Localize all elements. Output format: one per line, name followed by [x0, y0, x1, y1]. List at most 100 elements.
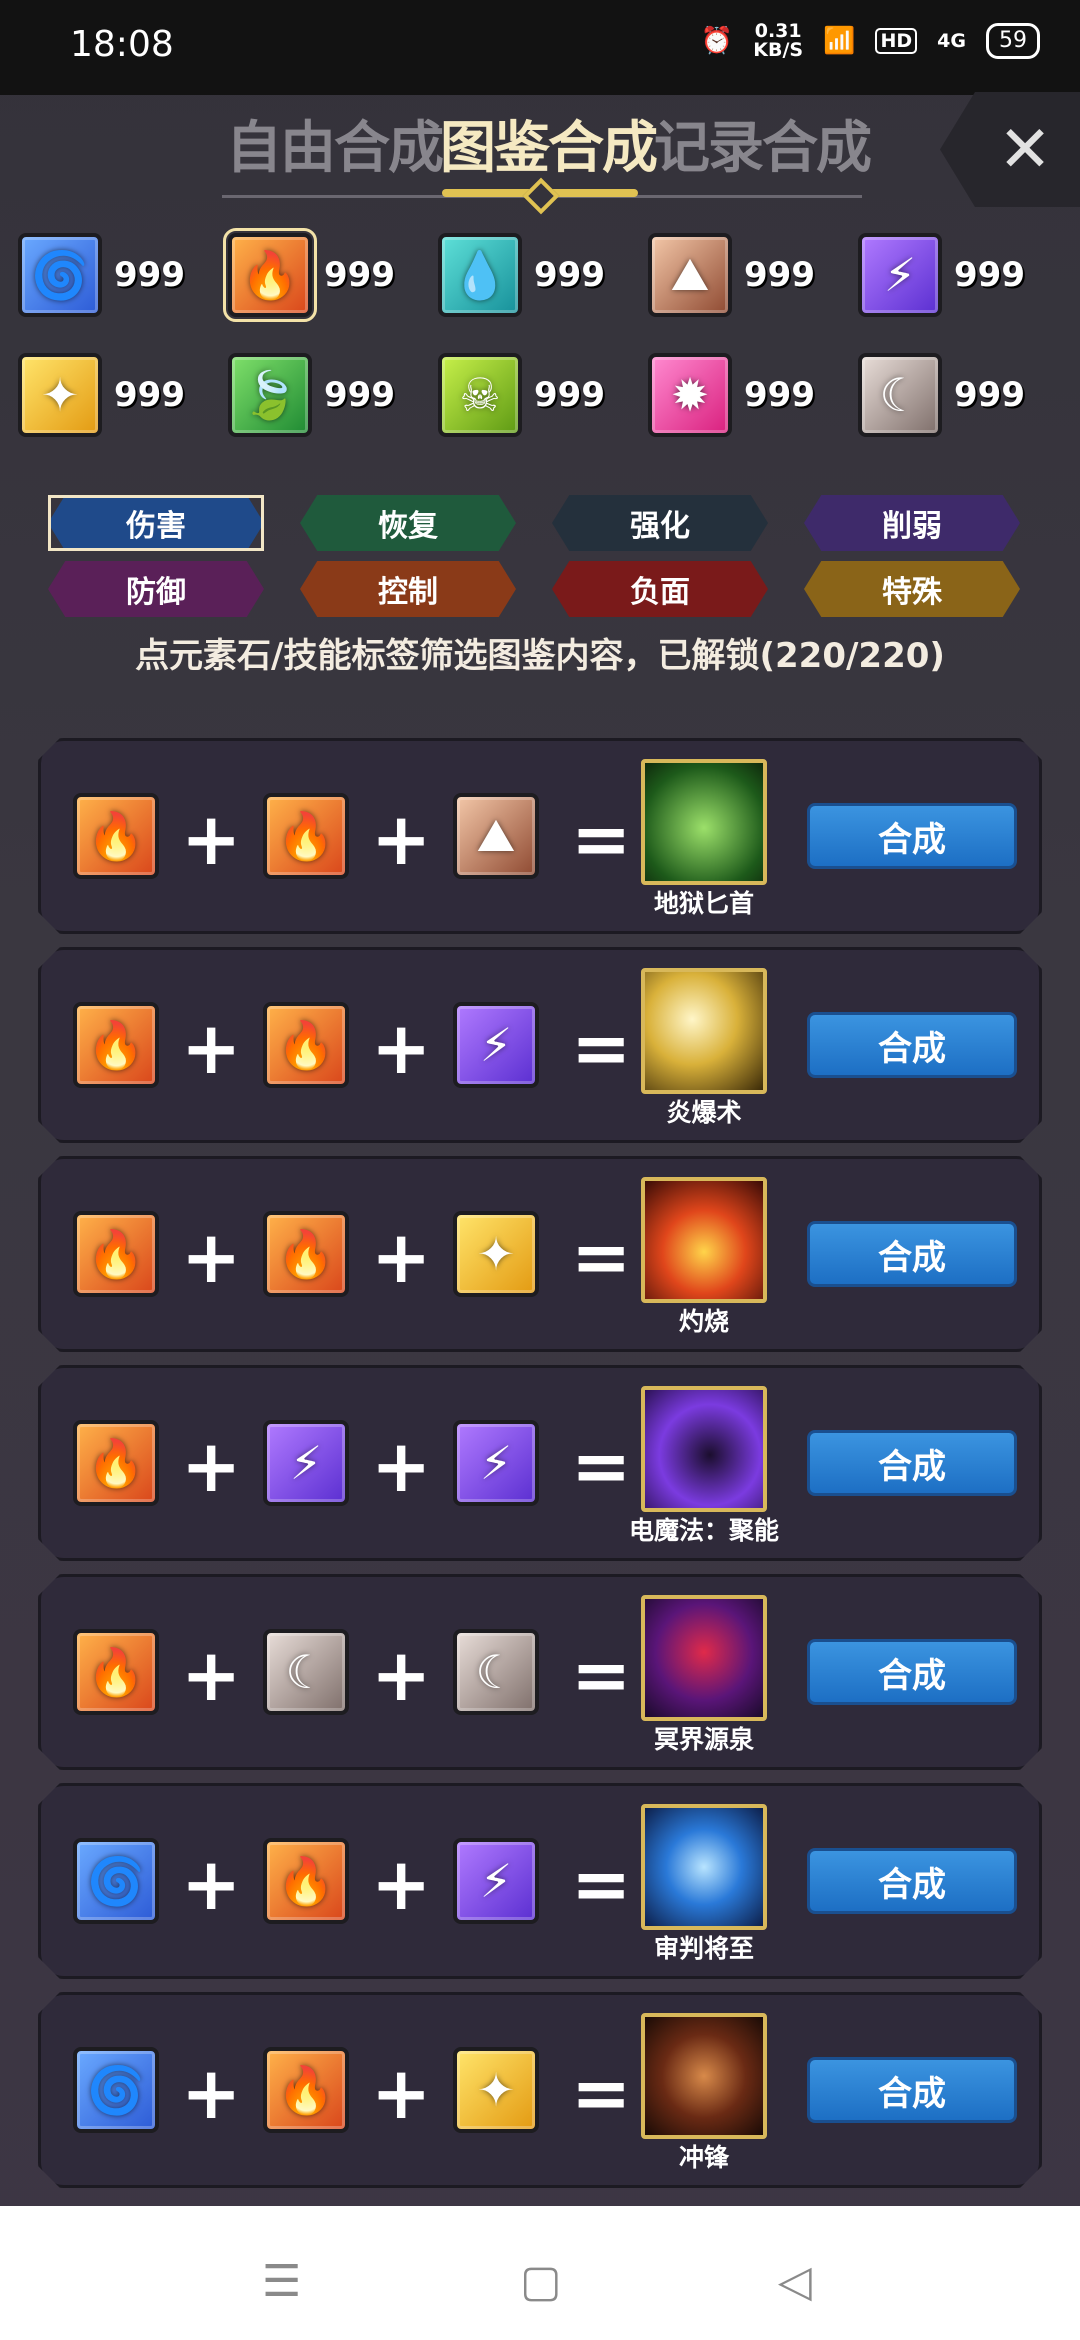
plus-sign: + [181, 1424, 242, 1508]
inventory-item-leaf[interactable]: 🍃 999 [228, 350, 438, 440]
inventory-item-poison[interactable]: ☠ 999 [438, 350, 648, 440]
tab-codex-synthesis[interactable]: 图鉴合成 [440, 103, 658, 184]
inventory-item-water[interactable]: 💧 999 [438, 230, 648, 320]
tag-filter-8[interactable]: 特殊 [804, 561, 1020, 617]
wind-stone-icon[interactable]: 🌀 [18, 233, 102, 317]
synthesize-button[interactable]: 合成 [807, 2057, 1017, 2123]
recipe-row: 🔥 🔥 ⚡ + + = 炎爆术 合成 [38, 947, 1042, 1143]
skill-result-icon[interactable] [641, 1595, 767, 1721]
moon-stone-icon[interactable]: ☾ [858, 353, 942, 437]
plus-sign: + [181, 1215, 242, 1299]
light-stone-icon[interactable]: ✦ [18, 353, 102, 437]
synthesize-button[interactable]: 合成 [807, 1012, 1017, 1078]
synthesis-tabs: 自由合成 图鉴合成 记录合成 [0, 95, 1080, 215]
tag-label: 强化 [552, 495, 768, 551]
tag-filter-7[interactable]: 负面 [552, 561, 768, 617]
plus-sign: + [371, 2051, 432, 2135]
stone-count: 999 [744, 375, 815, 415]
battery-indicator: 59 [986, 23, 1040, 59]
skill-result-icon[interactable] [641, 968, 767, 1094]
net-speed: 0.31 KB/S [753, 22, 803, 60]
synthesize-button[interactable]: 合成 [807, 1430, 1017, 1496]
tag-label: 控制 [300, 561, 516, 617]
plus-sign: + [371, 1006, 432, 1090]
thunder-stone-icon: ⚡ [453, 1838, 539, 1924]
tag-filter-6[interactable]: 控制 [300, 561, 516, 617]
tag-filter-2[interactable]: 恢复 [300, 495, 516, 551]
stone-count: 999 [534, 255, 605, 295]
alarm-icon: ⏰ [700, 26, 734, 56]
tag-filter-5[interactable]: 防御 [48, 561, 264, 617]
recipe-row: 🔥 🔥 ⛰ + + = 地狱匕首 合成 [38, 738, 1042, 934]
inventory-item-moon[interactable]: ☾ 999 [858, 350, 1068, 440]
skill-tag-filters: 伤害 恢复 强化 削弱防御 控制 负面 特殊 [48, 495, 1038, 617]
plus-sign: + [181, 797, 242, 881]
leaf-stone-icon[interactable]: 🍃 [228, 353, 312, 437]
fire-stone-icon[interactable]: 🔥 [223, 228, 317, 322]
equals-sign: = [571, 1842, 632, 1926]
net-speed-unit: KB/S [753, 39, 804, 61]
equals-sign: = [571, 1215, 632, 1299]
tag-filter-1[interactable]: 伤害 [48, 495, 264, 551]
tag-filter-3[interactable]: 强化 [552, 495, 768, 551]
skill-result-icon[interactable] [641, 1177, 767, 1303]
element-inventory: 🌀 999 🔥 999 💧 999 ⛰ 999 ⚡ 999 ✦ 999 🍃 999 ☠ 999 ✹ 999 ☾ 999 [18, 228, 1068, 440]
skill-name: 地狱匕首 [653, 889, 754, 918]
stone-count: 999 [954, 375, 1025, 415]
earth-stone-icon[interactable]: ⛰ [648, 233, 732, 317]
fire-stone-icon: 🔥 [73, 1211, 159, 1297]
holy-stone-icon[interactable]: ✹ [648, 353, 732, 437]
plus-sign: + [181, 2051, 242, 2135]
inventory-item-holy[interactable]: ✹ 999 [648, 350, 858, 440]
stone-count: 999 [324, 255, 395, 295]
skill-name: 灼烧 [678, 1307, 729, 1336]
inventory-item-fire[interactable]: 🔥 999 [223, 228, 438, 322]
equals-sign: = [571, 1424, 632, 1508]
synthesize-button[interactable]: 合成 [807, 803, 1017, 869]
light-stone-icon: ✦ [453, 2047, 539, 2133]
skill-name: 炎爆术 [666, 1098, 742, 1127]
synthesize-button[interactable]: 合成 [807, 1639, 1017, 1705]
inventory-item-wind[interactable]: 🌀 999 [18, 230, 228, 320]
stone-count: 999 [744, 255, 815, 295]
recipe-row: 🌀 🔥 ⚡ + + = 审判将至 合成 [38, 1783, 1042, 1979]
hd-badge: HD [875, 28, 918, 54]
water-stone-icon[interactable]: 💧 [438, 233, 522, 317]
stone-count: 999 [114, 375, 185, 415]
back-icon[interactable]: ◁ [778, 2256, 812, 2307]
recipe-row: 🌀 🔥 ✦ + + = 冲锋 合成 [38, 1992, 1042, 2188]
equals-sign: = [571, 797, 632, 881]
wind-stone-icon: 🌀 [73, 1838, 159, 1924]
tag-label: 负面 [552, 561, 768, 617]
inventory-item-light[interactable]: ✦ 999 [18, 350, 228, 440]
recipe-row: 🔥 ⚡ ⚡ + + = 电魔法：聚能 合成 [38, 1365, 1042, 1561]
fire-stone-icon: 🔥 [73, 1420, 159, 1506]
inventory-item-earth[interactable]: ⛰ 999 [648, 230, 858, 320]
plus-sign: + [181, 1006, 242, 1090]
skill-name: 电魔法：聚能 [629, 1516, 780, 1545]
recipe-list: 🔥 🔥 ⛰ + + = 地狱匕首 合成 🔥 🔥 ⚡ + + = 炎爆术 合成 🔥 🔥 ✦ + + = 灼烧 合成 🔥 ⚡ ⚡ + + = 电… [38, 738, 1042, 2201]
fire-stone-icon: 🔥 [73, 793, 159, 879]
inventory-item-thunder[interactable]: ⚡ 999 [858, 230, 1068, 320]
wifi-icon: 📶 [823, 26, 856, 56]
skill-result-icon[interactable] [641, 759, 767, 885]
synthesize-button[interactable]: 合成 [807, 1848, 1017, 1914]
tag-label: 恢复 [300, 495, 516, 551]
status-icons: ⏰ 0.31 KB/S 📶 HD 4G 59 [701, 22, 1040, 60]
synthesize-button[interactable]: 合成 [807, 1221, 1017, 1287]
tag-filter-4[interactable]: 削弱 [804, 495, 1020, 551]
skill-result-icon[interactable] [641, 1804, 767, 1930]
menu-icon[interactable]: ☰ [262, 2256, 301, 2307]
tab-free-synthesis[interactable]: 自由合成 [226, 103, 444, 184]
plus-sign: + [181, 1633, 242, 1717]
thunder-stone-icon: ⚡ [453, 1420, 539, 1506]
wind-stone-icon: 🌀 [73, 2047, 159, 2133]
moon-stone-icon: ☾ [453, 1629, 539, 1715]
skill-result-icon[interactable] [641, 2013, 767, 2139]
tab-record-synthesis[interactable]: 记录合成 [654, 103, 872, 184]
poison-stone-icon[interactable]: ☠ [438, 353, 522, 437]
moon-stone-icon: ☾ [263, 1629, 349, 1715]
home-icon[interactable]: ▢ [520, 2256, 562, 2307]
skill-result-icon[interactable] [641, 1386, 767, 1512]
thunder-stone-icon[interactable]: ⚡ [858, 233, 942, 317]
